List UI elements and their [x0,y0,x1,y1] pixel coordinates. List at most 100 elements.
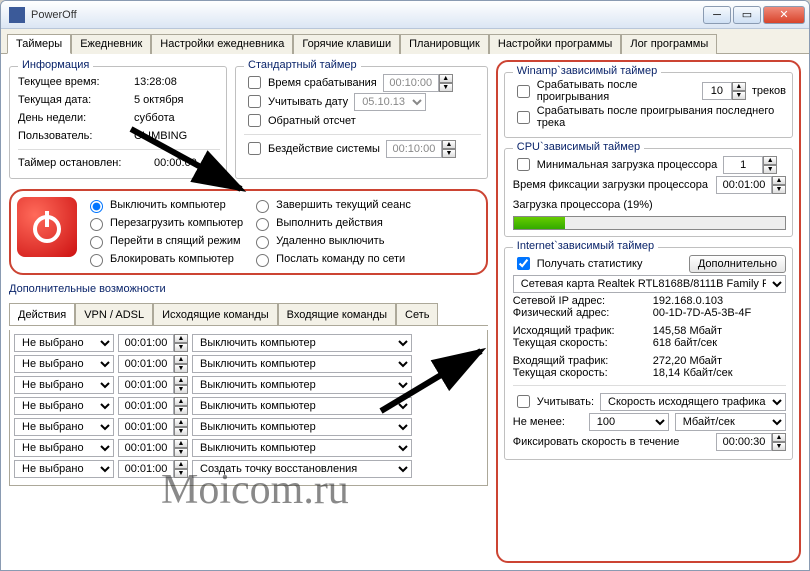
action-sel-0[interactable]: Не выбрано [14,334,114,352]
user-label: Пользователь: [18,130,128,142]
user-value: CLIMBING [134,130,187,142]
action-time-5[interactable]: ▲▼ [118,439,188,457]
after-last-checkbox[interactable]: Срабатывать после проигрывания последнег… [513,105,786,129]
power-radio-left-3[interactable]: Блокировать компьютер [85,251,243,267]
incoming-label: Входящий трафик: [513,355,653,367]
consider-select[interactable]: Скорость исходящего трафика [600,393,786,411]
close-button[interactable]: ✕ [763,6,805,24]
power-radio-right-3[interactable]: Послать команду по сети [251,251,411,267]
tab-0[interactable]: Таймеры [7,34,71,54]
action-sel-3[interactable]: Не выбрано [14,397,114,415]
cpu-fixtime-spinner[interactable]: ▲▼ [716,176,786,194]
subtab-2[interactable]: Исходящие команды [153,303,278,325]
countdown-checkbox[interactable]: Обратный отсчет [244,111,356,130]
nic-select[interactable]: Сетевая карта Realtek RTL8168B/8111B Fam… [513,275,786,293]
sub-tabs: ДействияVPN / ADSLИсходящие командыВходя… [9,303,488,326]
maximize-button[interactable]: ▭ [733,6,761,24]
outspeed-label: Текущая скорость: [513,337,653,349]
action-row-6: Не выбрано▲▼Создать точку восстановления [14,460,483,478]
power-action-group: Выключить компьютер Перезагрузить компьют… [9,189,488,275]
trigger-time-checkbox[interactable]: Время срабатывания [244,73,377,92]
timer-stopped-label: Таймер остановлен: [18,157,148,169]
mac-value: 00-1D-7D-A5-3B-4F [653,307,751,319]
idle-checkbox[interactable]: Бездействие системы [244,139,380,158]
cpu-fixtime-label: Время фиксации загрузки процессора [513,179,710,191]
subtab-1[interactable]: VPN / ADSL [75,303,153,325]
minimize-button[interactable]: ─ [703,6,731,24]
action-sel-1[interactable]: Не выбрано [14,355,114,373]
action-row-3: Не выбрано▲▼Выключить компьютер [14,397,483,415]
more-button[interactable]: Дополнительно [689,255,786,273]
inspeed-value: 18,14 Кбайт/сек [653,367,733,379]
weekday-value: суббота [134,112,175,124]
action-row-4: Не выбрано▲▼Выключить компьютер [14,418,483,436]
action-time-2[interactable]: ▲▼ [118,376,188,394]
action-time-4[interactable]: ▲▼ [118,418,188,436]
power-radio-right-1[interactable]: Выполнить действия [251,215,411,231]
consider-checkbox[interactable]: Учитывать: [513,392,594,411]
action-sel-5[interactable]: Не выбрано [14,439,114,457]
trigger-time-spinner[interactable]: ▲▼ [383,74,453,92]
tab-1[interactable]: Ежедневник [71,34,151,54]
action-sel-2[interactable]: Не выбрано [14,376,114,394]
min-load-checkbox[interactable]: Минимальная загрузка процессора [513,155,717,174]
tracks-label: треков [752,85,786,97]
action-time-0[interactable]: ▲▼ [118,334,188,352]
use-date-select[interactable]: 05.10.13 [354,93,426,111]
fix-speed-label: Фиксировать скорость в течение [513,436,710,448]
action-cmd-1[interactable]: Выключить компьютер [192,355,412,373]
action-time-3[interactable]: ▲▼ [118,397,188,415]
power-radio-right-2[interactable]: Удаленно выключить [251,233,411,249]
idle-spinner[interactable]: ▲▼ [386,140,456,158]
power-radio-left-0[interactable]: Выключить компьютер [85,197,243,213]
power-radio-left-2[interactable]: Перейти в спящий режим [85,233,243,249]
power-icon [17,197,77,257]
current-date-label: Текущая дата: [18,94,128,106]
right-panel: Winamp`зависимый таймер Срабатывать посл… [496,60,801,563]
action-cmd-5[interactable]: Выключить компьютер [192,439,412,457]
action-cmd-3[interactable]: Выключить компьютер [192,397,412,415]
cpu-load-label: Загрузка процессора (19%) [513,199,653,211]
atleast-unit-select[interactable]: Мбайт/сек [675,413,786,431]
get-stats-checkbox[interactable]: Получать статистику [513,254,643,273]
incoming-value: 272,20 Мбайт [653,355,722,367]
weekday-label: День недели: [18,112,128,124]
action-time-1[interactable]: ▲▼ [118,355,188,373]
power-radio-left-1[interactable]: Перезагрузить компьютер [85,215,243,231]
action-sel-6[interactable]: Не выбрано [14,460,114,478]
ip-label: Сетевой IP адрес: [513,295,653,307]
action-cmd-6[interactable]: Создать точку восстановления [192,460,412,478]
after-play-checkbox[interactable]: Срабатывать после проигрывания [513,79,696,103]
min-load-spinner[interactable]: ▲▼ [723,156,777,174]
use-date-checkbox[interactable]: Учитывать дату [244,92,348,111]
tab-5[interactable]: Настройки программы [489,34,621,54]
internet-legend: Internet`зависимый таймер [513,240,658,252]
current-time-value: 13:28:08 [134,76,177,88]
outgoing-value: 145,58 Мбайт [653,325,722,337]
tab-6[interactable]: Лог программы [621,34,717,54]
action-sel-4[interactable]: Не выбрано [14,418,114,436]
fix-speed-spinner[interactable]: ▲▼ [716,433,786,451]
subtab-3[interactable]: Входящие команды [278,303,396,325]
mac-label: Физический адрес: [513,307,653,319]
action-cmd-2[interactable]: Выключить компьютер [192,376,412,394]
standard-timer-group: Стандартный таймер Время срабатывания▲▼ … [235,66,488,179]
tab-3[interactable]: Горячие клавиши [293,34,400,54]
cpu-group: CPU`зависимый таймер Минимальная загрузк… [504,148,793,237]
action-time-6[interactable]: ▲▼ [118,460,188,478]
tracks-spinner[interactable]: ▲▼ [702,82,746,100]
subtab-4[interactable]: Сеть [396,303,438,325]
window-title: PowerOff [31,9,703,21]
power-radio-right-0[interactable]: Завершить текущий сеанс [251,197,411,213]
info-legend: Информация [18,59,93,71]
current-time-label: Текущее время: [18,76,128,88]
inspeed-label: Текущая скорость: [513,367,653,379]
subtab-0[interactable]: Действия [9,303,75,325]
winamp-group: Winamp`зависимый таймер Срабатывать посл… [504,72,793,138]
tab-2[interactable]: Настройки ежедневника [151,34,293,54]
internet-group: Internet`зависимый таймер Получать стати… [504,247,793,460]
atleast-value-select[interactable]: 100 [589,413,669,431]
action-cmd-0[interactable]: Выключить компьютер [192,334,412,352]
action-cmd-4[interactable]: Выключить компьютер [192,418,412,436]
tab-4[interactable]: Планировщик [400,34,489,54]
